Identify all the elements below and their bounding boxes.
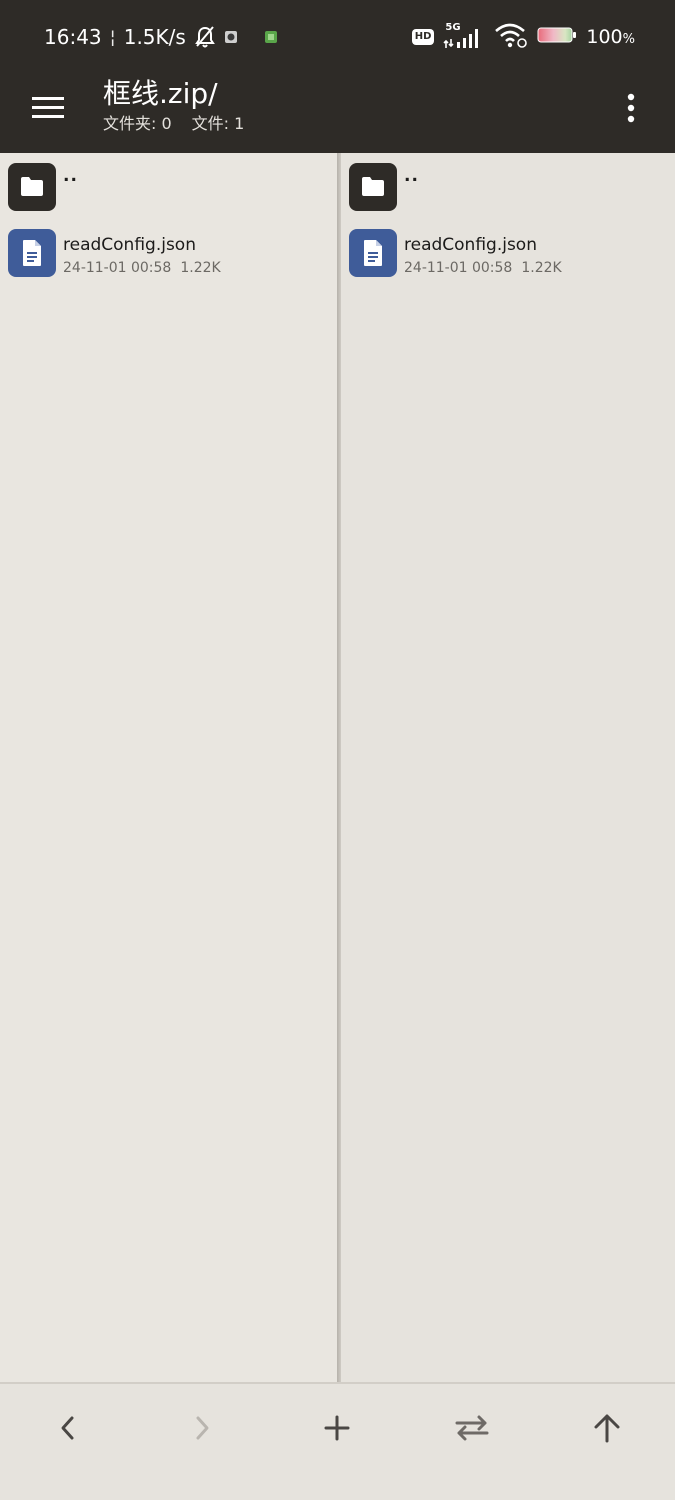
arrow-up-icon (592, 1412, 622, 1448)
folder-icon (349, 163, 397, 211)
parent-directory-name: .. (404, 166, 419, 186)
folder-file-counts: 文件夹: 0 文件: 1 (103, 113, 244, 135)
parent-directory-name: .. (63, 166, 78, 186)
swap-horizontal-icon (453, 1413, 491, 1447)
chevron-right-icon (192, 1414, 212, 1446)
document-icon (349, 229, 397, 277)
back-button[interactable] (37, 1404, 97, 1456)
status-bar-right: HD 5G 100% (411, 22, 635, 53)
battery-percent-sign: % (622, 32, 635, 47)
document-icon (8, 229, 56, 277)
file-size: 1.22K (180, 260, 221, 276)
page-title: 框线.zip/ (103, 77, 218, 110)
file-row[interactable]: readConfig.json 24-11-01 00:58 1.22K (341, 227, 675, 293)
left-pane[interactable]: .. readConfig.json 24-11-01 00:58 1.22K (0, 153, 337, 1382)
bottom-toolbar (0, 1382, 675, 1500)
file-date: 24-11-01 00:58 (404, 260, 513, 276)
more-options-button[interactable] (609, 86, 653, 134)
signal-5g-icon: 5G (443, 22, 485, 50)
battery-value: 100 (586, 26, 623, 48)
forward-button[interactable] (172, 1404, 232, 1456)
file-meta: 24-11-01 00:58 1.22K (404, 258, 562, 278)
app-bar: 框线.zip/ 文件夹: 0 文件: 1 (0, 72, 675, 153)
app-notification-icon (224, 30, 238, 44)
file-count: 文件: 1 (191, 114, 245, 133)
add-button[interactable] (307, 1404, 367, 1456)
battery-icon (537, 25, 577, 50)
plus-icon (323, 1414, 351, 1446)
file-name: readConfig.json (63, 235, 196, 255)
file-row[interactable]: readConfig.json 24-11-01 00:58 1.22K (0, 227, 337, 293)
status-bar: 16:43 ¦ 1.5K/s HD 5G 100% (0, 0, 675, 72)
file-name: readConfig.json (404, 235, 537, 255)
parent-directory-row[interactable]: .. (0, 161, 337, 227)
bell-off-icon (194, 25, 216, 49)
status-bar-left: 16:43 ¦ 1.5K/s (44, 22, 278, 52)
wifi-icon (494, 22, 528, 53)
file-meta: 24-11-01 00:58 1.22K (63, 258, 221, 278)
chevron-left-icon (57, 1414, 77, 1446)
menu-button[interactable] (24, 86, 72, 134)
file-date: 24-11-01 00:58 (63, 260, 172, 276)
app-notification-green-icon (264, 30, 278, 44)
network-speed: 1.5K/s (123, 25, 186, 49)
folder-count: 文件夹: 0 (103, 114, 172, 133)
folder-icon (8, 163, 56, 211)
file-size: 1.22K (521, 260, 562, 276)
parent-directory-row[interactable]: .. (341, 161, 675, 227)
swap-panes-button[interactable] (442, 1404, 502, 1456)
battery-percentage: 100% (586, 26, 635, 48)
up-directory-button[interactable] (577, 1404, 637, 1456)
hd-icon: HD (411, 29, 435, 45)
clock: 16:43 (44, 25, 102, 49)
right-pane[interactable]: .. readConfig.json 24-11-01 00:58 1.22K (341, 153, 675, 1382)
hamburger-menu-icon (31, 95, 65, 125)
status-separator: ¦ (109, 26, 116, 48)
more-vert-icon (626, 93, 636, 127)
